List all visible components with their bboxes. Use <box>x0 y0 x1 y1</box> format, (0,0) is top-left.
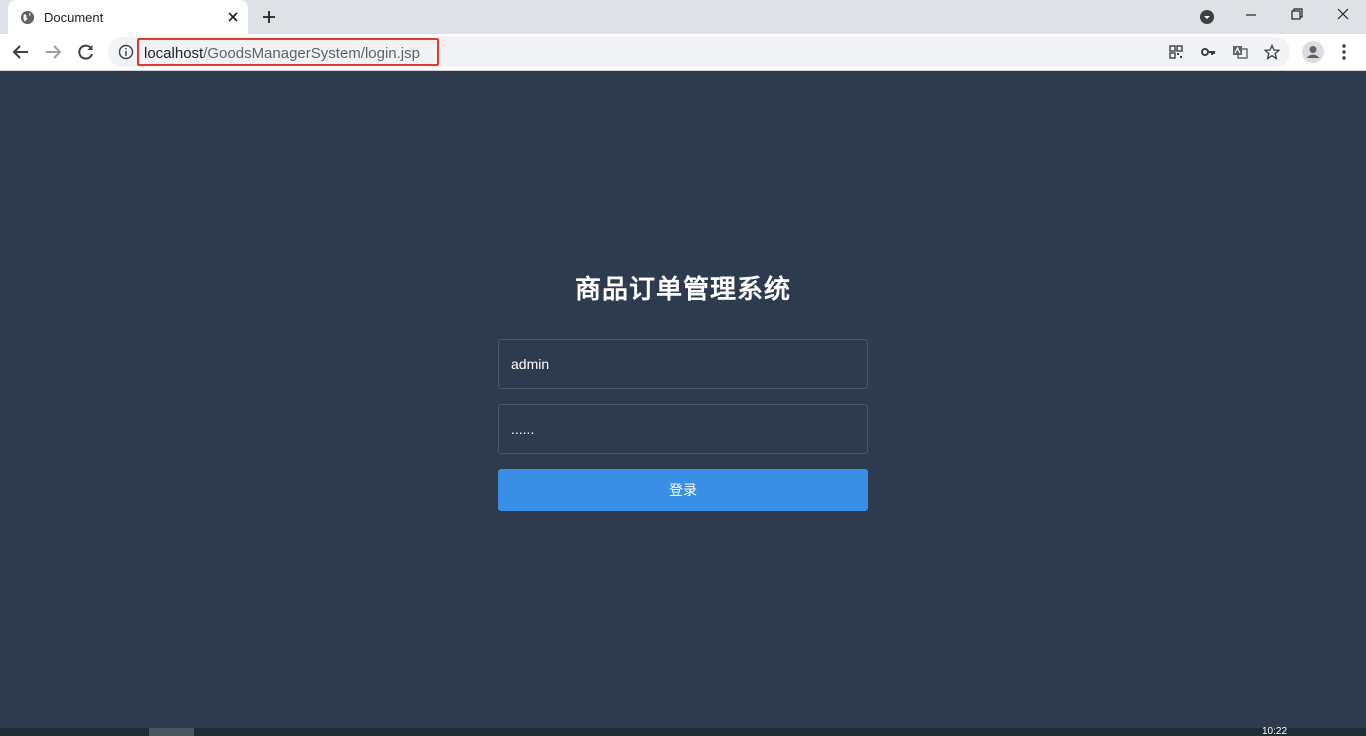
url-host: localhost <box>144 45 204 62</box>
url-highlight-box[interactable]: localhost/GoodsManagerSystem/login.jsp <box>137 38 439 66</box>
address-bar[interactable]: localhost/GoodsManagerSystem/login.jsp <box>108 37 1290 67</box>
bookmark-star-icon[interactable] <box>1264 44 1280 60</box>
key-icon[interactable] <box>1200 44 1216 60</box>
profile-avatar[interactable] <box>1302 41 1324 63</box>
globe-icon <box>20 10 35 25</box>
tab-search-icon[interactable] <box>1199 9 1215 25</box>
page-title: 商品订单管理系统 <box>574 274 791 304</box>
browser-toolbar: localhost/GoodsManagerSystem/login.jsp <box>0 34 1366 71</box>
tab-title: Document <box>44 10 104 25</box>
window-close-icon[interactable] <box>1336 7 1350 21</box>
username-field[interactable] <box>498 339 868 389</box>
close-tab-icon[interactable] <box>225 9 241 25</box>
minimize-icon[interactable] <box>1244 8 1258 22</box>
taskbar-item[interactable] <box>149 728 194 736</box>
restore-icon[interactable] <box>1290 7 1304 21</box>
translate-icon[interactable] <box>1232 44 1248 60</box>
url-text: localhost/GoodsManagerSystem/login.jsp <box>144 45 420 62</box>
login-page: 商品订单管理系统 登录 <box>0 71 1366 728</box>
browser-tab[interactable]: Document <box>8 0 248 34</box>
info-icon[interactable] <box>118 44 134 60</box>
login-button[interactable]: 登录 <box>498 469 868 511</box>
reload-icon[interactable] <box>77 43 95 61</box>
tab-strip: Document <box>0 0 1366 34</box>
taskbar-clock: 10:22 <box>1262 726 1288 736</box>
new-tab-icon[interactable] <box>261 9 277 25</box>
password-field[interactable] <box>498 404 868 454</box>
taskbar: 10:22 <box>0 726 1366 736</box>
profile-icon <box>1306 46 1320 58</box>
forward-arrow-icon[interactable] <box>44 43 62 61</box>
url-path: /GoodsManagerSystem/login.jsp <box>203 45 420 62</box>
back-arrow-icon[interactable] <box>12 43 30 61</box>
qr-code-icon[interactable] <box>1168 44 1184 60</box>
more-menu-icon[interactable] <box>1336 43 1352 61</box>
